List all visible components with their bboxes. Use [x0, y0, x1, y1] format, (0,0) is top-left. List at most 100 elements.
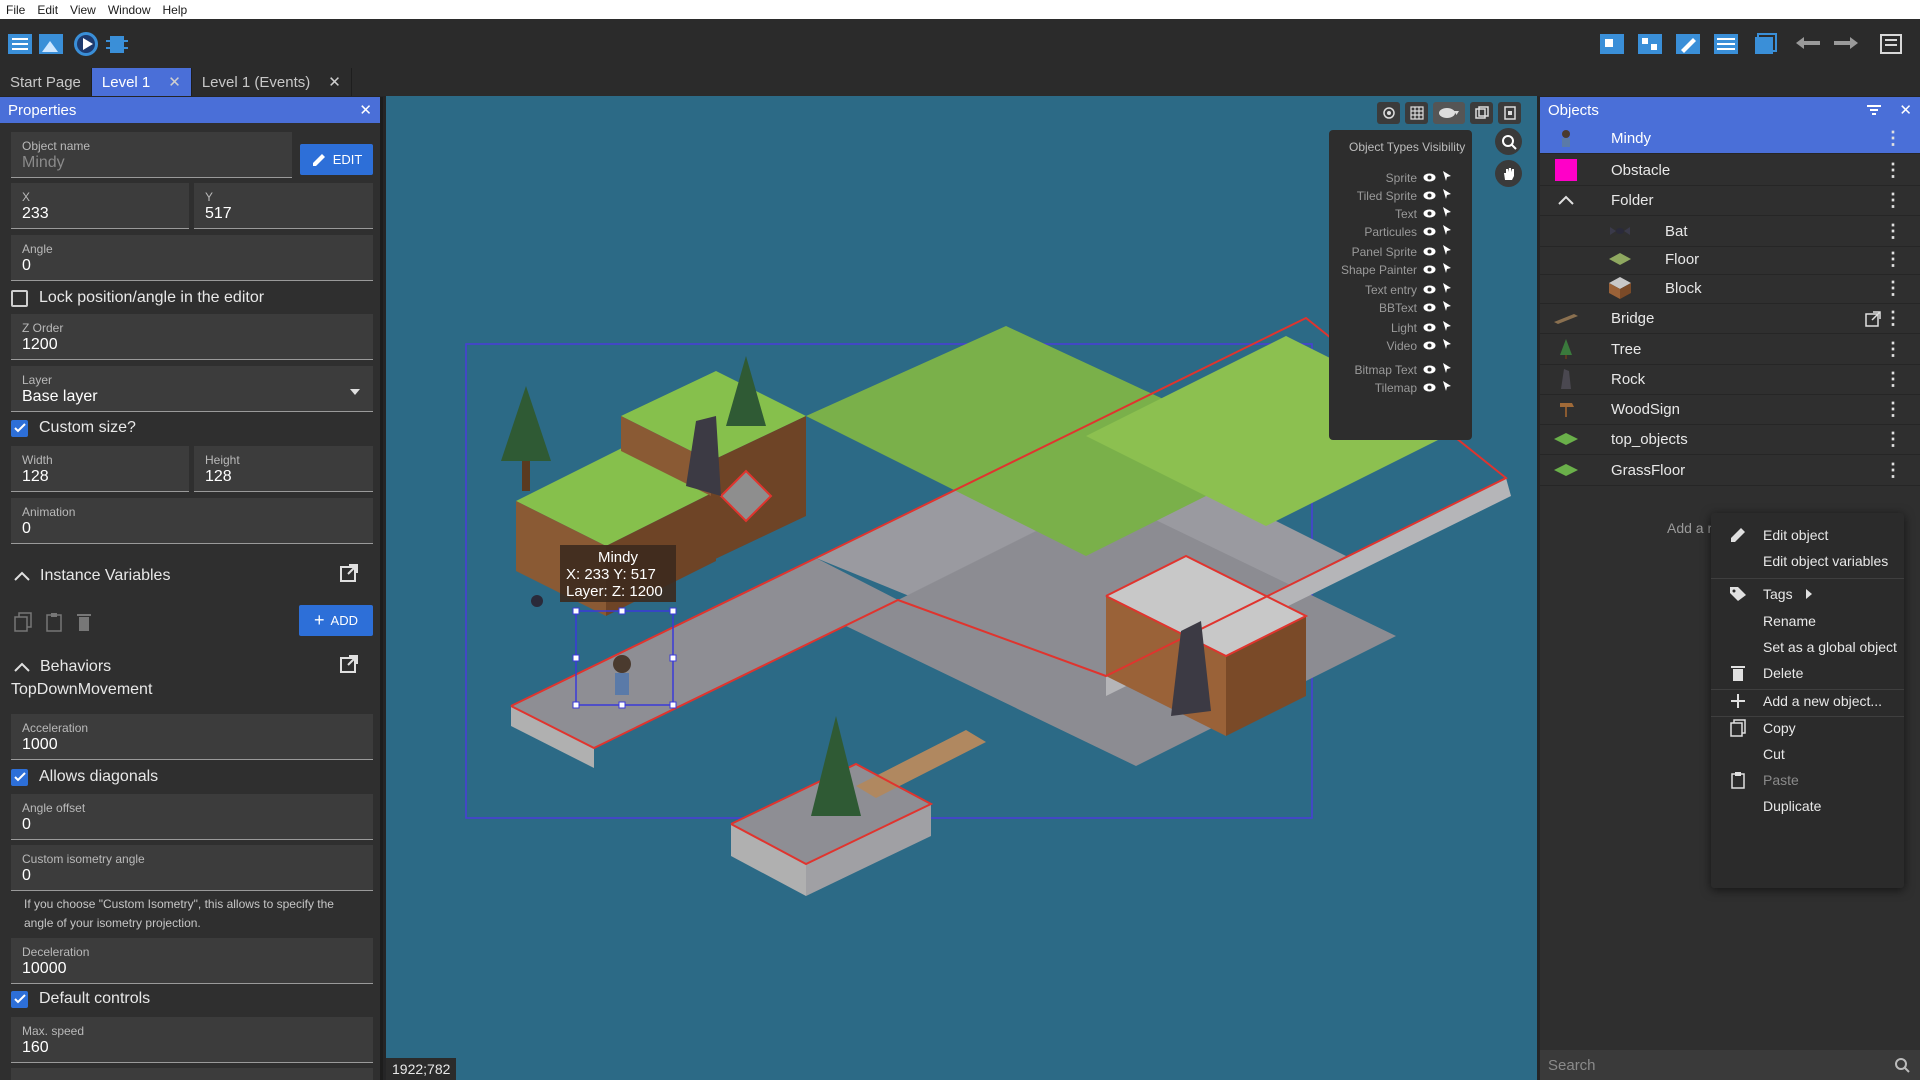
- object-list-item[interactable]: top_objects ⋮: [1540, 424, 1920, 455]
- object-groups-icon[interactable]: [1635, 29, 1665, 59]
- more-options-icon[interactable]: ⋮: [1884, 221, 1902, 242]
- window-mask-icon[interactable]: [1470, 102, 1493, 124]
- object-list-item[interactable]: Bridge ⋮: [1540, 303, 1920, 334]
- behaviors-section[interactable]: Behaviors: [14, 658, 111, 676]
- filter-icon[interactable]: [1867, 102, 1882, 119]
- menu-item-paste[interactable]: Paste: [1711, 768, 1904, 792]
- acceleration-field[interactable]: Acceleration 1000: [11, 714, 373, 760]
- select-arrow-icon[interactable]: [1442, 362, 1452, 377]
- allows-diagonals-checkbox[interactable]: Allows diagonals: [11, 768, 158, 786]
- eye-icon[interactable]: [1423, 381, 1436, 395]
- scene-canvas[interactable]: Object Types Visibility Sprite Tiled Spri…: [386, 96, 1537, 1080]
- layers-icon[interactable]: [1749, 29, 1779, 59]
- edit-object-button[interactable]: EDIT: [300, 144, 373, 175]
- eye-icon[interactable]: [1423, 263, 1436, 277]
- checkbox-unchecked-icon[interactable]: [11, 289, 28, 307]
- menu-file[interactable]: File: [0, 3, 31, 17]
- select-arrow-icon[interactable]: [1442, 170, 1452, 185]
- select-arrow-icon[interactable]: [1442, 300, 1452, 315]
- menu-item-add-new-object[interactable]: Add a new object...: [1711, 689, 1904, 713]
- more-options-icon[interactable]: ⋮: [1884, 249, 1902, 270]
- angle-field[interactable]: Angle 0: [11, 235, 373, 281]
- pan-hand-icon[interactable]: [1495, 160, 1522, 187]
- close-icon[interactable]: ✕: [359, 101, 372, 119]
- eye-icon[interactable]: [1423, 339, 1436, 353]
- instances-list-icon[interactable]: [1711, 29, 1741, 59]
- edit-properties-icon[interactable]: [1673, 29, 1703, 59]
- lock-position-checkbox[interactable]: Lock position/angle in the editor: [11, 289, 264, 307]
- more-options-icon[interactable]: ⋮: [1884, 460, 1902, 481]
- layer-select[interactable]: Layer Base layer: [11, 366, 373, 412]
- menu-help[interactable]: Help: [157, 3, 194, 17]
- more-options-icon[interactable]: ⋮: [1884, 399, 1902, 420]
- eye-icon[interactable]: [1423, 283, 1436, 297]
- select-arrow-icon[interactable]: [1442, 206, 1452, 221]
- select-arrow-icon[interactable]: [1442, 224, 1452, 239]
- eye-icon[interactable]: [1423, 301, 1436, 315]
- more-options-icon[interactable]: ⋮: [1884, 128, 1902, 149]
- close-icon[interactable]: ✕: [328, 73, 341, 91]
- menu-item-edit-object[interactable]: Edit object: [1711, 523, 1904, 547]
- open-external-icon[interactable]: [339, 654, 359, 679]
- redo-icon[interactable]: [1831, 29, 1861, 59]
- add-object-link[interactable]: Add a r: [1667, 520, 1712, 536]
- more-options-icon[interactable]: ⋮: [1884, 278, 1902, 299]
- preview-play-icon[interactable]: [71, 29, 101, 59]
- tab-level-1[interactable]: Level 1 ✕: [91, 68, 192, 96]
- eye-icon[interactable]: [1423, 189, 1436, 203]
- angle-offset-field[interactable]: Angle offset 0: [11, 794, 373, 840]
- close-icon[interactable]: ✕: [168, 73, 181, 91]
- tab-start-page[interactable]: Start Page: [0, 68, 92, 96]
- menu-item-rename[interactable]: Rename: [1711, 609, 1904, 633]
- zorder-field[interactable]: Z Order 1200: [11, 314, 373, 360]
- object-list-item[interactable]: Bat ⋮: [1540, 216, 1920, 247]
- scene-properties-icon[interactable]: [1877, 29, 1907, 59]
- eye-icon[interactable]: [1423, 245, 1436, 259]
- menu-item-delete[interactable]: Delete: [1711, 661, 1904, 685]
- eye-icon[interactable]: [1423, 363, 1436, 377]
- delete-icon[interactable]: [76, 612, 92, 637]
- object-list-item[interactable]: WoodSign ⋮: [1540, 394, 1920, 425]
- custom-isometry-field[interactable]: Custom isometry angle 0: [11, 845, 373, 891]
- instance-variables-section[interactable]: Instance Variables: [14, 567, 170, 585]
- select-arrow-icon[interactable]: [1442, 338, 1452, 353]
- default-controls-checkbox[interactable]: Default controls: [11, 990, 150, 1008]
- menu-item-set-global[interactable]: Set as a global object: [1711, 635, 1904, 659]
- scene-editor-icon[interactable]: [36, 29, 66, 59]
- select-arrow-icon[interactable]: [1442, 320, 1452, 335]
- checkbox-checked-icon[interactable]: [11, 990, 28, 1008]
- next-field-partial[interactable]: [11, 1068, 373, 1080]
- menu-item-tags[interactable]: Tags: [1711, 582, 1904, 606]
- more-options-icon[interactable]: ⋮: [1884, 308, 1902, 329]
- menu-item-copy[interactable]: Copy: [1711, 716, 1904, 740]
- deceleration-field[interactable]: Deceleration 10000: [11, 938, 373, 984]
- custom-size-checkbox[interactable]: Custom size?: [11, 419, 136, 437]
- object-list-item[interactable]: GrassFloor ⋮: [1540, 455, 1920, 486]
- more-options-icon[interactable]: ⋮: [1884, 190, 1902, 211]
- open-objects-panel-icon[interactable]: [1597, 29, 1627, 59]
- add-variable-button[interactable]: + ADD: [299, 605, 373, 636]
- open-external-icon[interactable]: [1864, 310, 1882, 332]
- menu-item-duplicate[interactable]: Duplicate: [1711, 794, 1904, 818]
- grid-icon[interactable]: [1405, 102, 1428, 124]
- max-speed-field[interactable]: Max. speed 160: [11, 1017, 373, 1063]
- select-arrow-icon[interactable]: [1442, 380, 1452, 395]
- object-search-input[interactable]: Search: [1540, 1050, 1920, 1080]
- object-list-item[interactable]: Rock ⋮: [1540, 364, 1920, 395]
- checkbox-checked-icon[interactable]: [11, 768, 28, 786]
- y-field[interactable]: Y 517: [194, 183, 373, 229]
- eye-icon[interactable]: [1423, 225, 1436, 239]
- object-list-item[interactable]: Tree ⋮: [1540, 334, 1920, 365]
- eye-icon[interactable]: [1423, 171, 1436, 185]
- undo-icon[interactable]: [1793, 29, 1823, 59]
- eye-icon[interactable]: [1423, 207, 1436, 221]
- select-arrow-icon[interactable]: [1442, 188, 1452, 203]
- width-field[interactable]: Width 128: [11, 446, 189, 492]
- animation-field[interactable]: Animation 0: [11, 498, 373, 544]
- project-manager-icon[interactable]: [5, 29, 35, 59]
- menu-item-edit-variables[interactable]: Edit object variables: [1711, 549, 1904, 573]
- tab-level-1-events[interactable]: Level 1 (Events) ✕: [192, 68, 352, 96]
- select-arrow-icon[interactable]: [1442, 262, 1452, 277]
- scene-settings-icon[interactable]: [1498, 102, 1521, 124]
- checkbox-checked-icon[interactable]: [11, 419, 28, 437]
